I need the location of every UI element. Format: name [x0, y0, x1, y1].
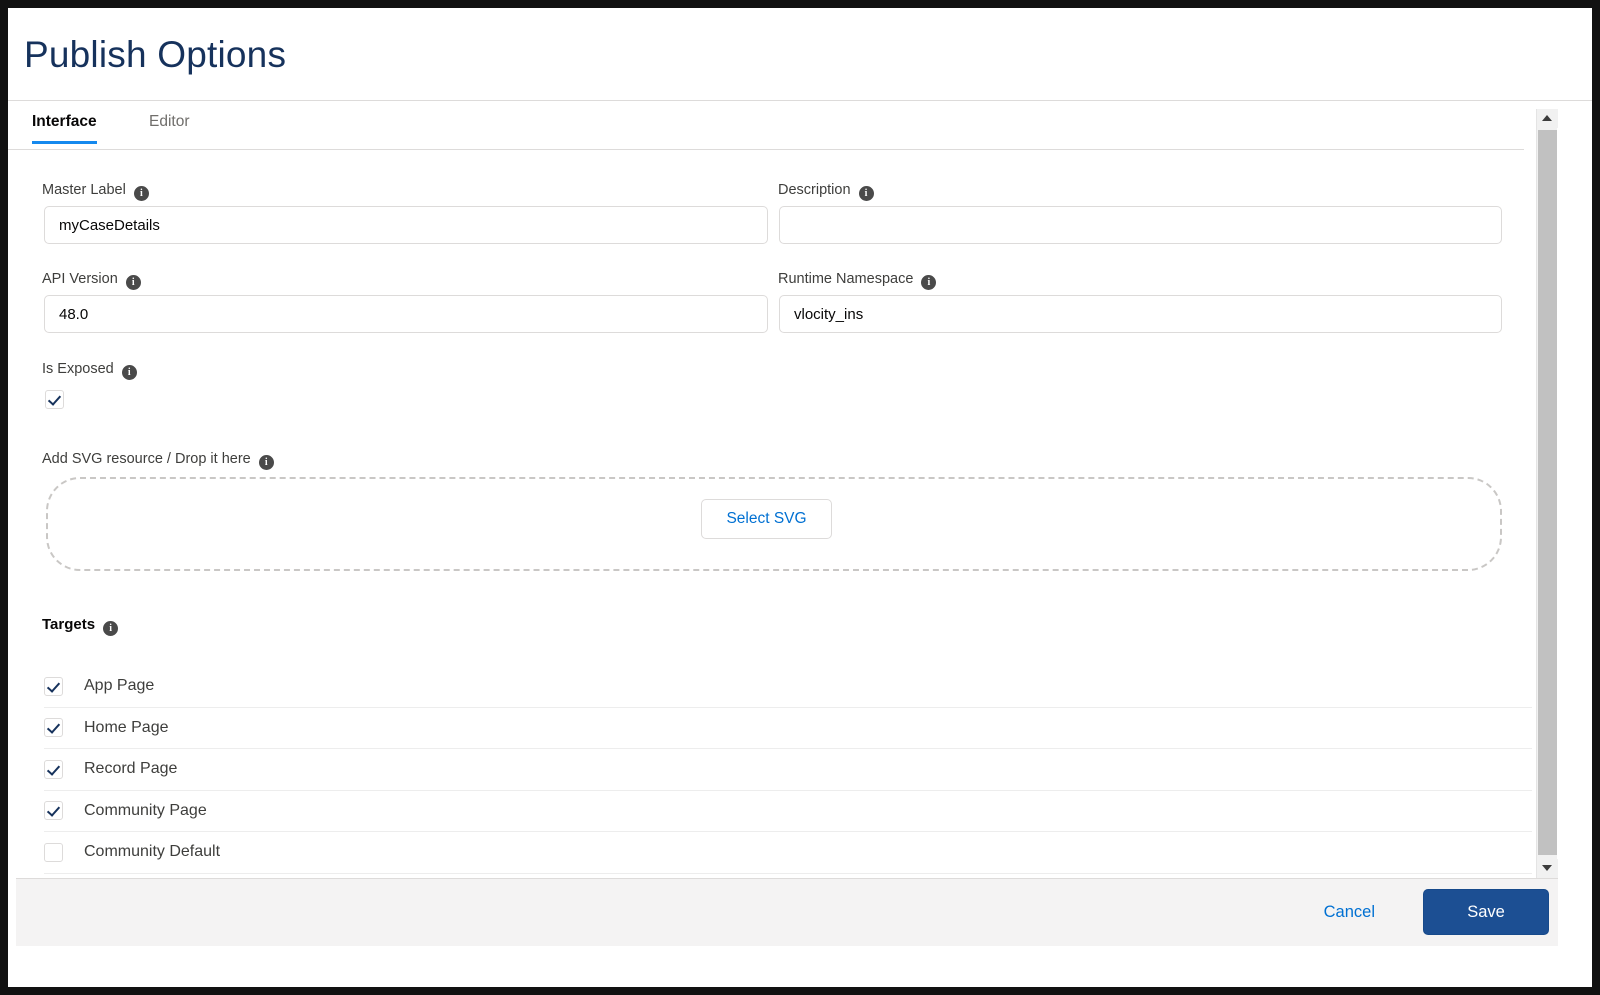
modal-footer: Cancel Save — [16, 878, 1558, 946]
target-checkbox[interactable] — [44, 843, 63, 862]
tab-bar: Interface Editor — [8, 101, 1528, 150]
target-label: Community Page — [84, 802, 207, 820]
target-checkbox[interactable] — [44, 718, 63, 737]
info-icon[interactable]: i — [859, 186, 874, 201]
target-row[interactable]: App Page — [44, 666, 1532, 708]
api-version-input[interactable] — [44, 295, 768, 333]
tab-editor[interactable]: Editor — [149, 113, 190, 144]
modal-body: Master Labeli Descriptioni API Versioni … — [8, 150, 1536, 878]
target-row[interactable]: Home Page — [44, 708, 1532, 750]
is-exposed-label-text: Is Exposed — [42, 361, 114, 377]
targets-label: Targets i — [42, 616, 118, 636]
info-icon[interactable]: i — [122, 365, 137, 380]
target-label: App Page — [84, 677, 154, 695]
is-exposed-checkbox[interactable] — [45, 390, 64, 409]
publish-options-modal: Publish Options Interface Editor Master … — [8, 8, 1592, 987]
runtime-namespace-label-text: Runtime Namespace — [778, 271, 913, 287]
api-version-label: API Version i — [42, 271, 141, 290]
info-icon[interactable]: i — [259, 455, 274, 470]
scrollbar-thumb[interactable] — [1538, 130, 1557, 855]
vertical-scrollbar[interactable] — [1536, 109, 1557, 878]
master-label-input[interactable] — [44, 206, 768, 244]
screenshot-frame: Publish Options Interface Editor Master … — [0, 0, 1600, 995]
runtime-namespace-label: Runtime Namespace i — [778, 271, 936, 290]
targets-label-text: Targets — [42, 616, 95, 633]
info-icon[interactable]: i — [921, 275, 936, 290]
svg-resource-label-text: Add SVG resource / Drop it here — [42, 451, 251, 467]
description-input[interactable] — [779, 206, 1502, 244]
scroll-down-arrow-icon[interactable] — [1537, 859, 1558, 878]
target-label: Record Page — [84, 760, 177, 778]
target-checkbox[interactable] — [44, 801, 63, 820]
runtime-namespace-input[interactable] — [779, 295, 1502, 333]
save-button[interactable]: Save — [1423, 889, 1549, 935]
target-row[interactable]: Community Default — [44, 832, 1532, 874]
page-title: Publish Options — [24, 34, 286, 76]
scroll-up-arrow-icon[interactable] — [1537, 109, 1558, 128]
select-svg-button[interactable]: Select SVG — [701, 499, 832, 539]
info-icon[interactable]: i — [103, 621, 118, 636]
info-icon[interactable]: i — [126, 275, 141, 290]
targets-list: App Page Home Page Record Page Community Pa… — [44, 666, 1532, 874]
info-icon[interactable]: i — [134, 186, 149, 201]
cancel-button[interactable]: Cancel — [1316, 899, 1383, 926]
description-label: Description i — [778, 182, 874, 201]
target-checkbox[interactable] — [44, 760, 63, 779]
is-exposed-label: Is Exposed i — [42, 361, 137, 380]
description-label-text: Description — [778, 182, 851, 198]
master-label-label: Master Label i — [42, 182, 149, 201]
svg-dropzone[interactable]: Select SVG — [46, 477, 1502, 571]
target-row[interactable]: Community Page — [44, 791, 1532, 833]
tab-interface[interactable]: Interface — [32, 113, 97, 144]
api-version-label-text: API Version — [42, 271, 118, 287]
master-label-text: Master Label — [42, 182, 126, 198]
target-checkbox[interactable] — [44, 677, 63, 696]
svg-resource-label: Add SVG resource / Drop it here i — [42, 451, 274, 470]
target-label: Home Page — [84, 719, 169, 737]
modal-header: Publish Options — [8, 8, 1592, 100]
target-label: Community Default — [84, 843, 220, 861]
target-row[interactable]: Record Page — [44, 749, 1532, 791]
